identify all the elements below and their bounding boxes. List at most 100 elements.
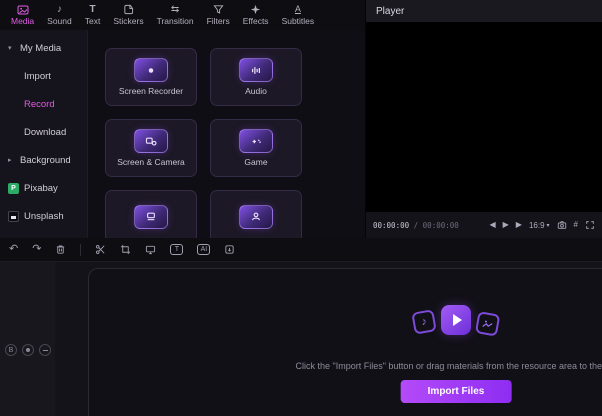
drop-zone-icons: ♪	[411, 305, 501, 337]
export-frame-icon[interactable]	[224, 244, 235, 255]
timeline-toolbar: ↶ ↷ T AI	[0, 238, 602, 262]
sidebar-item-download[interactable]: Download	[0, 118, 87, 146]
tab-label: Filters	[206, 15, 230, 26]
undo-icon[interactable]: ↶	[9, 244, 18, 255]
unsplash-icon	[8, 210, 19, 222]
fullscreen-icon[interactable]	[585, 220, 595, 230]
redo-icon[interactable]: ↷	[32, 244, 41, 255]
track-control-icon-3[interactable]	[39, 344, 51, 356]
top-navigation: Media ♪ Sound T Text Stickers ⇆ Transiti…	[0, 0, 365, 30]
screen-recorder-icon	[134, 58, 168, 83]
import-hint-text: Click the "Import Files" button or drag …	[295, 361, 602, 371]
card-screen-recorder[interactable]: Screen Recorder	[105, 48, 197, 106]
card-game[interactable]: Game	[210, 119, 302, 177]
tab-filters[interactable]: Filters	[201, 2, 236, 28]
tab-effects[interactable]: Effects	[237, 2, 275, 28]
tab-sound[interactable]: ♪ Sound	[41, 2, 78, 28]
sidebar-item-label: Unsplash	[24, 210, 64, 222]
current-time: 00:00:00	[373, 220, 410, 230]
music-note-icon: ♪	[411, 309, 437, 335]
player-panel: Player 00:00:00 / 00:00:00 ◀ ▶ ▶ 16:9 ▾ …	[365, 0, 602, 238]
text-icon: T	[89, 3, 96, 15]
person-icon	[239, 204, 273, 229]
ai-copilot-label: AI	[200, 246, 208, 253]
tab-stickers[interactable]: Stickers	[107, 2, 149, 28]
card-partial-1[interactable]	[105, 190, 197, 238]
play-icon[interactable]: ▶	[503, 221, 509, 229]
aspect-ratio-selector[interactable]: 16:9 ▾	[529, 221, 550, 230]
card-label: Screen & Camera	[117, 157, 185, 168]
card-label: Game	[244, 157, 268, 168]
tab-label: Stickers	[113, 15, 144, 26]
image-icon	[474, 311, 501, 337]
tab-text[interactable]: T Text	[79, 2, 107, 28]
player-title: Player	[376, 5, 405, 17]
sidebar-item-label: Import	[24, 70, 51, 82]
aspect-ratio-value: 16:9	[528, 220, 545, 230]
effects-icon	[250, 4, 261, 16]
screen-layers-icon	[134, 204, 168, 229]
sidebar-item-label: Background	[20, 154, 71, 166]
quick-text-icon[interactable]: T	[170, 244, 184, 255]
track-control-icon-1[interactable]: B	[5, 344, 17, 356]
filmora-app-window: Media ♪ Sound T Text Stickers ⇆ Transiti…	[0, 0, 602, 416]
import-drop-zone[interactable]: ♪ Click the "Import Files" button or dra…	[88, 268, 602, 416]
screen-camera-icon	[134, 129, 168, 154]
sidebar-item-label: Pixabay	[24, 182, 58, 194]
toolbar-divider	[80, 243, 82, 256]
tab-subtitles[interactable]: A Subtitles	[276, 2, 321, 28]
quick-text-label: T	[174, 246, 180, 253]
sidebar-item-label: My Media	[20, 42, 62, 54]
media-icon	[17, 4, 29, 16]
tab-label: Sound	[47, 15, 72, 26]
card-partial-2[interactable]	[210, 190, 302, 238]
crop-icon[interactable]	[120, 244, 131, 255]
player-timecode: 00:00:00 / 00:00:00	[373, 221, 459, 230]
tab-media[interactable]: Media	[5, 2, 40, 28]
track-header-strip: B	[0, 262, 55, 416]
speed-icon[interactable]	[145, 244, 156, 255]
next-frame-icon[interactable]: ▶	[516, 221, 522, 229]
sidebar-item-pixabay[interactable]: P Pixabay	[0, 174, 87, 202]
total-duration: 00:00:00	[422, 220, 459, 230]
chevron-down-icon: ▾	[8, 45, 12, 52]
track-control-icon-2[interactable]	[22, 344, 34, 356]
snapshot-icon[interactable]	[557, 220, 567, 230]
media-library-panel: Screen Recorder Audio Screen & Camera Ga…	[88, 30, 365, 238]
card-label: Audio	[245, 86, 267, 97]
audio-icon	[239, 58, 273, 83]
delete-icon[interactable]	[55, 244, 66, 255]
player-preview[interactable]	[366, 22, 602, 212]
grid-icon[interactable]: #	[574, 221, 578, 229]
tab-transition[interactable]: ⇆ Transition	[151, 2, 200, 28]
tab-label: Effects	[242, 15, 269, 26]
ai-copilot-icon[interactable]: AI	[197, 244, 211, 255]
subtitles-icon: A	[294, 4, 301, 15]
previous-frame-icon[interactable]: ◀	[489, 221, 495, 229]
sidebar-item-label: Download	[24, 126, 67, 138]
sidebar-item-label: Record	[24, 98, 55, 110]
sidebar-item-my-media[interactable]: ▾ My Media	[0, 34, 87, 62]
player-header: Player	[366, 0, 602, 22]
game-icon	[239, 129, 273, 154]
stickers-icon	[123, 4, 134, 16]
split-icon[interactable]	[95, 244, 106, 255]
play-badge-icon	[441, 305, 471, 335]
sidebar-item-background[interactable]: ▸ Background	[0, 146, 87, 174]
player-controls: 00:00:00 / 00:00:00 ◀ ▶ ▶ 16:9 ▾ #	[366, 212, 602, 238]
sound-icon: ♪	[56, 3, 62, 15]
chevron-right-icon: ▸	[8, 157, 12, 164]
tab-label: Text	[84, 15, 101, 26]
sidebar-item-record[interactable]: Record	[0, 90, 87, 118]
card-screen-and-camera[interactable]: Screen & Camera	[105, 119, 197, 177]
timecode-separator: /	[413, 220, 419, 230]
sidebar-item-import[interactable]: Import	[0, 62, 87, 90]
card-audio[interactable]: Audio	[210, 48, 302, 106]
media-card-grid: Screen Recorder Audio Screen & Camera Ga…	[105, 48, 302, 238]
transition-icon: ⇆	[170, 3, 180, 15]
pixabay-icon: P	[8, 182, 19, 194]
media-sidebar: ▾ My Media Import Record Download ▸ Back…	[0, 30, 88, 238]
timeline-area: B ♪ Click the "Import Files" button or d…	[0, 262, 602, 416]
import-files-button[interactable]: Import Files	[400, 380, 512, 403]
sidebar-item-unsplash[interactable]: Unsplash	[0, 202, 87, 230]
